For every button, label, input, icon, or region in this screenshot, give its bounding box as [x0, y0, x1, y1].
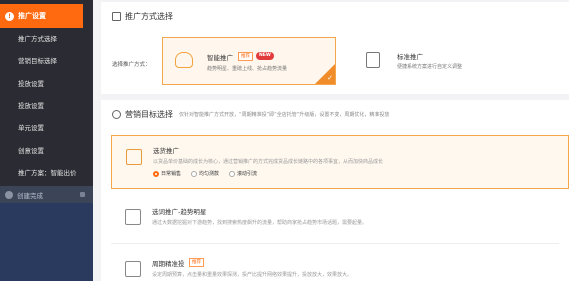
- sidebar: ! 推广设置 推广方式选择 营销目标选择 投放设置 投放设置 单元设置 创意设置…: [0, 0, 93, 281]
- sidebar-header-promotion-settings[interactable]: ! 推广设置: [0, 4, 83, 28]
- method-label: 选择推广方式：: [112, 62, 151, 68]
- sidebar-item-creation-complete[interactable]: 创建完成: [0, 186, 93, 203]
- sidebar-header-label: 推广设置: [18, 12, 46, 20]
- radio-even-testing[interactable]: 均匀测款: [191, 170, 219, 177]
- person-search-icon: [125, 209, 141, 225]
- sidebar-item-delivery-settings-2[interactable]: 投放设置: [0, 95, 93, 115]
- product-icon: [126, 149, 142, 165]
- target-icon: [112, 110, 121, 119]
- sidebar-item-promotion-method[interactable]: 推广方式选择: [0, 28, 93, 48]
- panel-title-promotion-method: 推广方式选择: [112, 11, 173, 22]
- recommend-badge: 推荐: [189, 258, 204, 267]
- smart-promotion-card[interactable]: 智能推广 推荐 NEW 趋势明星、重磅上线、抢占趋势流量 ✓: [162, 37, 336, 85]
- goal-option-title: 选词推广-趋势明星: [152, 208, 207, 216]
- radio-dot: [191, 170, 198, 177]
- goal-option-title: 周期精准投: [152, 260, 185, 268]
- goal-radio-group: 日常销售 均匀测款 滚动引流: [153, 170, 257, 177]
- radio-dot: [153, 170, 159, 177]
- goal-option-desc: 设定周期预算，点击量和重量效果探测，投产比提升网络效果提升，投放放大，效果放大。: [152, 272, 353, 278]
- standard-promotion-title: 标准推广: [397, 53, 423, 61]
- settings-box-icon: [112, 12, 121, 21]
- marketing-goal-panel: 营销目标选择 仅针对智能推广方式开放，“周期精准投”即“全店托管”升级版，设置不…: [101, 100, 569, 281]
- goal-option-desc: 通过大数据挖掘对下游趋势，找到搜索热度飙升的流量，帮助商家抢占趋势市场话题，需要…: [152, 220, 368, 226]
- sidebar-item-creative-settings[interactable]: 创意设置: [0, 140, 93, 160]
- cloud-icon: [175, 52, 193, 68]
- new-badge: NEW: [256, 52, 274, 60]
- radio-rolling-traffic[interactable]: 滚动引流: [229, 170, 257, 177]
- goal-hint: 仅针对智能推广方式开放，“周期精准投”即“全店托管”升级版，设置不变，周期优化，…: [179, 112, 390, 118]
- sidebar-footer: [0, 203, 93, 281]
- chart-icon: [125, 261, 141, 277]
- goal-option-cycle-precision[interactable]: 周期精准投 推荐 设定周期预算，点击量和重量效果探测，投产比提升网络效果提升，投…: [111, 250, 569, 281]
- promotion-method-panel: 推广方式选择 选择推广方式： 智能推广 推荐 NEW 趋势明星、重磅上线、抢占趋…: [101, 2, 569, 94]
- radio-dot: [229, 170, 236, 177]
- goal-option-desc: 以货品单价基础的成长为核心，通过营销推广的方式完成货品成长链路中的各项事宜，从而…: [153, 159, 384, 165]
- document-icon: [366, 52, 380, 68]
- sidebar-item-unit-settings[interactable]: 单元设置: [0, 117, 93, 137]
- goal-option-trend-star[interactable]: 选词推广-趋势明星 通过大数据挖掘对下游趋势，找到搜索热度飙升的流量，帮助商家抢…: [111, 198, 569, 238]
- sidebar-item-smart-bidding-plan[interactable]: 推广方案：智能出价: [0, 162, 93, 182]
- radio-daily-sales[interactable]: 日常销售: [153, 170, 181, 177]
- sidebar-item-marketing-goal[interactable]: 营销目标选择: [0, 50, 93, 70]
- goal-option-product-promotion[interactable]: 选货推广 以货品单价基础的成长为核心，通过营销推广的方式完成货品成长链路中的各项…: [111, 135, 569, 189]
- smart-promotion-desc: 趋势明星、重磅上线、抢占趋势流量: [207, 66, 288, 72]
- goal-option-title: 选货推广: [153, 147, 179, 155]
- lock-icon: [80, 192, 85, 197]
- divider: [111, 243, 559, 244]
- panel-title-marketing-goal: 营销目标选择 仅针对智能推广方式开放，“周期精准投”即“全店托管”升级版，设置不…: [112, 109, 389, 120]
- standard-promotion-desc: 便捷系统方案进行自定义调整: [397, 64, 463, 70]
- info-icon: !: [5, 11, 14, 21]
- check-icon: ✓: [327, 74, 333, 82]
- check-circle-icon: [5, 190, 13, 199]
- recommend-badge: 推荐: [238, 52, 253, 61]
- sidebar-item-delivery-settings-1[interactable]: 投放设置: [0, 73, 93, 93]
- smart-promotion-title: 智能推广: [207, 54, 233, 62]
